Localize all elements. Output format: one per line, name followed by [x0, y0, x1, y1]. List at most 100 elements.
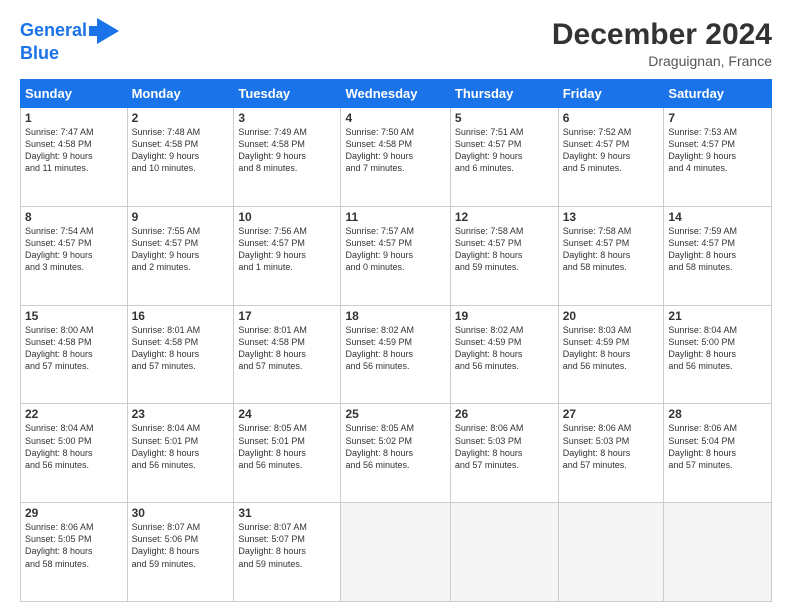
day-info: Sunrise: 8:07 AM Sunset: 5:06 PM Dayligh… [132, 521, 230, 570]
calendar-week-row: 22Sunrise: 8:04 AM Sunset: 5:00 PM Dayli… [21, 404, 772, 503]
calendar-cell [558, 503, 664, 602]
calendar-col-header: Sunday [21, 80, 128, 108]
day-number: 11 [345, 210, 445, 224]
calendar-cell [664, 503, 772, 602]
day-number: 17 [238, 309, 336, 323]
calendar-header-row: SundayMondayTuesdayWednesdayThursdayFrid… [21, 80, 772, 108]
day-info: Sunrise: 7:58 AM Sunset: 4:57 PM Dayligh… [455, 225, 554, 274]
calendar-cell: 19Sunrise: 8:02 AM Sunset: 4:59 PM Dayli… [450, 305, 558, 404]
day-info: Sunrise: 7:57 AM Sunset: 4:57 PM Dayligh… [345, 225, 445, 274]
calendar-cell: 26Sunrise: 8:06 AM Sunset: 5:03 PM Dayli… [450, 404, 558, 503]
day-info: Sunrise: 8:01 AM Sunset: 4:58 PM Dayligh… [238, 324, 336, 373]
calendar-cell [341, 503, 450, 602]
day-info: Sunrise: 8:06 AM Sunset: 5:04 PM Dayligh… [668, 422, 767, 471]
day-info: Sunrise: 7:51 AM Sunset: 4:57 PM Dayligh… [455, 126, 554, 175]
month-title: December 2024 [552, 18, 772, 51]
day-info: Sunrise: 8:04 AM Sunset: 5:00 PM Dayligh… [668, 324, 767, 373]
day-number: 16 [132, 309, 230, 323]
day-number: 12 [455, 210, 554, 224]
calendar-col-header: Saturday [664, 80, 772, 108]
calendar-week-row: 1Sunrise: 7:47 AM Sunset: 4:58 PM Daylig… [21, 108, 772, 207]
calendar-col-header: Monday [127, 80, 234, 108]
day-number: 7 [668, 111, 767, 125]
day-info: Sunrise: 8:03 AM Sunset: 4:59 PM Dayligh… [563, 324, 660, 373]
day-number: 3 [238, 111, 336, 125]
calendar-cell [450, 503, 558, 602]
location-subtitle: Draguignan, France [552, 53, 772, 69]
day-number: 21 [668, 309, 767, 323]
day-number: 2 [132, 111, 230, 125]
day-info: Sunrise: 7:47 AM Sunset: 4:58 PM Dayligh… [25, 126, 123, 175]
calendar-cell: 14Sunrise: 7:59 AM Sunset: 4:57 PM Dayli… [664, 206, 772, 305]
calendar-cell: 7Sunrise: 7:53 AM Sunset: 4:57 PM Daylig… [664, 108, 772, 207]
calendar-cell: 12Sunrise: 7:58 AM Sunset: 4:57 PM Dayli… [450, 206, 558, 305]
day-info: Sunrise: 8:04 AM Sunset: 5:01 PM Dayligh… [132, 422, 230, 471]
day-info: Sunrise: 7:49 AM Sunset: 4:58 PM Dayligh… [238, 126, 336, 175]
day-number: 29 [25, 506, 123, 520]
day-number: 19 [455, 309, 554, 323]
calendar-cell: 30Sunrise: 8:07 AM Sunset: 5:06 PM Dayli… [127, 503, 234, 602]
logo-subtext: Blue [20, 43, 59, 63]
calendar-cell: 9Sunrise: 7:55 AM Sunset: 4:57 PM Daylig… [127, 206, 234, 305]
calendar-cell: 17Sunrise: 8:01 AM Sunset: 4:58 PM Dayli… [234, 305, 341, 404]
calendar-cell: 22Sunrise: 8:04 AM Sunset: 5:00 PM Dayli… [21, 404, 128, 503]
day-number: 31 [238, 506, 336, 520]
day-number: 26 [455, 407, 554, 421]
day-info: Sunrise: 7:56 AM Sunset: 4:57 PM Dayligh… [238, 225, 336, 274]
day-info: Sunrise: 8:05 AM Sunset: 5:02 PM Dayligh… [345, 422, 445, 471]
day-info: Sunrise: 7:59 AM Sunset: 4:57 PM Dayligh… [668, 225, 767, 274]
day-info: Sunrise: 7:48 AM Sunset: 4:58 PM Dayligh… [132, 126, 230, 175]
day-number: 28 [668, 407, 767, 421]
calendar-cell: 23Sunrise: 8:04 AM Sunset: 5:01 PM Dayli… [127, 404, 234, 503]
calendar-cell: 11Sunrise: 7:57 AM Sunset: 4:57 PM Dayli… [341, 206, 450, 305]
day-number: 25 [345, 407, 445, 421]
day-number: 20 [563, 309, 660, 323]
calendar-cell: 29Sunrise: 8:06 AM Sunset: 5:05 PM Dayli… [21, 503, 128, 602]
calendar-col-header: Thursday [450, 80, 558, 108]
day-info: Sunrise: 7:53 AM Sunset: 4:57 PM Dayligh… [668, 126, 767, 175]
calendar-cell: 8Sunrise: 7:54 AM Sunset: 4:57 PM Daylig… [21, 206, 128, 305]
calendar-cell: 10Sunrise: 7:56 AM Sunset: 4:57 PM Dayli… [234, 206, 341, 305]
day-info: Sunrise: 7:58 AM Sunset: 4:57 PM Dayligh… [563, 225, 660, 274]
calendar-cell: 27Sunrise: 8:06 AM Sunset: 5:03 PM Dayli… [558, 404, 664, 503]
calendar-cell: 13Sunrise: 7:58 AM Sunset: 4:57 PM Dayli… [558, 206, 664, 305]
day-info: Sunrise: 8:01 AM Sunset: 4:58 PM Dayligh… [132, 324, 230, 373]
calendar-cell: 5Sunrise: 7:51 AM Sunset: 4:57 PM Daylig… [450, 108, 558, 207]
day-info: Sunrise: 8:06 AM Sunset: 5:03 PM Dayligh… [563, 422, 660, 471]
day-number: 24 [238, 407, 336, 421]
day-info: Sunrise: 8:05 AM Sunset: 5:01 PM Dayligh… [238, 422, 336, 471]
title-area: December 2024 Draguignan, France [552, 18, 772, 69]
calendar-cell: 18Sunrise: 8:02 AM Sunset: 4:59 PM Dayli… [341, 305, 450, 404]
calendar-cell: 31Sunrise: 8:07 AM Sunset: 5:07 PM Dayli… [234, 503, 341, 602]
day-number: 15 [25, 309, 123, 323]
day-info: Sunrise: 8:04 AM Sunset: 5:00 PM Dayligh… [25, 422, 123, 471]
day-number: 6 [563, 111, 660, 125]
day-number: 9 [132, 210, 230, 224]
calendar-col-header: Friday [558, 80, 664, 108]
day-number: 13 [563, 210, 660, 224]
day-number: 10 [238, 210, 336, 224]
calendar-cell: 28Sunrise: 8:06 AM Sunset: 5:04 PM Dayli… [664, 404, 772, 503]
calendar-cell: 3Sunrise: 7:49 AM Sunset: 4:58 PM Daylig… [234, 108, 341, 207]
day-info: Sunrise: 8:06 AM Sunset: 5:03 PM Dayligh… [455, 422, 554, 471]
day-info: Sunrise: 8:06 AM Sunset: 5:05 PM Dayligh… [25, 521, 123, 570]
day-info: Sunrise: 7:52 AM Sunset: 4:57 PM Dayligh… [563, 126, 660, 175]
day-number: 14 [668, 210, 767, 224]
calendar-cell: 2Sunrise: 7:48 AM Sunset: 4:58 PM Daylig… [127, 108, 234, 207]
day-number: 8 [25, 210, 123, 224]
day-number: 27 [563, 407, 660, 421]
calendar-cell: 21Sunrise: 8:04 AM Sunset: 5:00 PM Dayli… [664, 305, 772, 404]
header: General Blue December 2024 Draguignan, F… [20, 18, 772, 69]
calendar-cell: 25Sunrise: 8:05 AM Sunset: 5:02 PM Dayli… [341, 404, 450, 503]
day-info: Sunrise: 8:02 AM Sunset: 4:59 PM Dayligh… [455, 324, 554, 373]
calendar-table: SundayMondayTuesdayWednesdayThursdayFrid… [20, 79, 772, 602]
day-info: Sunrise: 8:02 AM Sunset: 4:59 PM Dayligh… [345, 324, 445, 373]
calendar-week-row: 15Sunrise: 8:00 AM Sunset: 4:58 PM Dayli… [21, 305, 772, 404]
calendar-col-header: Tuesday [234, 80, 341, 108]
day-info: Sunrise: 8:07 AM Sunset: 5:07 PM Dayligh… [238, 521, 336, 570]
logo: General Blue [20, 18, 119, 64]
calendar-cell: 20Sunrise: 8:03 AM Sunset: 4:59 PM Dayli… [558, 305, 664, 404]
calendar-cell: 16Sunrise: 8:01 AM Sunset: 4:58 PM Dayli… [127, 305, 234, 404]
calendar-cell: 15Sunrise: 8:00 AM Sunset: 4:58 PM Dayli… [21, 305, 128, 404]
day-info: Sunrise: 8:00 AM Sunset: 4:58 PM Dayligh… [25, 324, 123, 373]
